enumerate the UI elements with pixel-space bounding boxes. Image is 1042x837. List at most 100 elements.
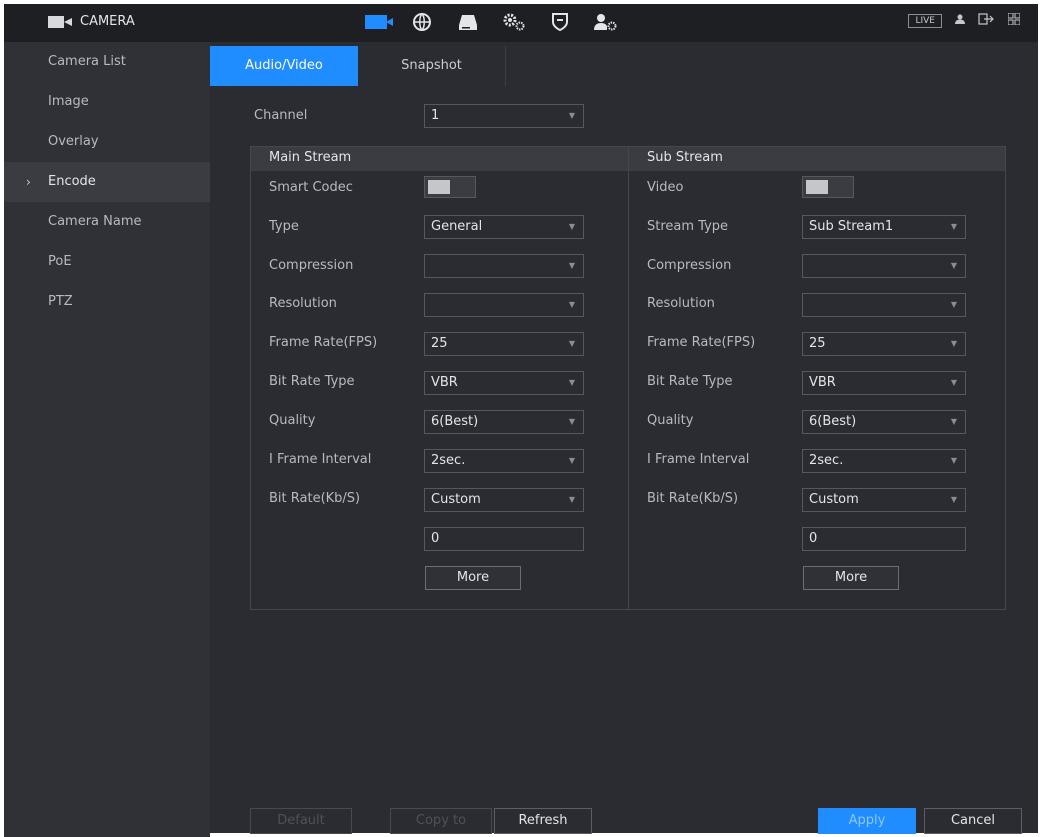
iframe-interval-label: I Frame Interval	[269, 452, 372, 467]
app-title: CAMERA	[48, 14, 135, 29]
sidebar-item-image[interactable]: Image	[4, 82, 210, 122]
menu-grid-icon[interactable]	[1007, 12, 1021, 28]
sub-quality-label: Quality	[647, 413, 694, 428]
refresh-button[interactable]: Refresh	[494, 808, 592, 834]
bit-rate-select[interactable]: Custom ▼	[424, 488, 584, 512]
sidebar-item-encode[interactable]: › Encode	[4, 162, 210, 202]
chevron-down-icon: ▼	[950, 495, 957, 504]
network-icon[interactable]	[410, 10, 434, 34]
chevron-right-icon: ›	[26, 175, 31, 189]
sub-iframe-interval-label: I Frame Interval	[647, 452, 750, 467]
copy-to-button[interactable]: Copy to	[390, 808, 492, 834]
live-button[interactable]: LIVE	[908, 13, 942, 28]
frame-rate-select[interactable]: 25 ▼	[424, 332, 584, 356]
sub-frame-rate-select[interactable]: 25 ▼	[802, 332, 966, 356]
sub-iframe-interval-select[interactable]: 2sec. ▼	[802, 449, 966, 473]
chevron-down-icon: ▼	[950, 378, 957, 387]
sub-compression-label: Compression	[647, 258, 732, 273]
chevron-down-icon: ▼	[568, 339, 575, 348]
chevron-down-icon: ▼	[568, 456, 575, 465]
chevron-down-icon: ▼	[950, 456, 957, 465]
sub-bit-rate-label: Bit Rate(Kb/S)	[647, 491, 739, 506]
type-select[interactable]: General ▼	[424, 215, 584, 239]
main-stream-title: Main Stream	[269, 150, 352, 165]
apply-button[interactable]: Apply	[818, 808, 916, 834]
quality-label: Quality	[269, 413, 316, 428]
chevron-down-icon: ▼	[568, 261, 575, 270]
storage-icon[interactable]	[456, 10, 480, 34]
camera-logo-icon	[48, 15, 72, 28]
smart-codec-label: Smart Codec	[269, 180, 353, 195]
resolution-label: Resolution	[269, 296, 337, 311]
bit-rate-type-label: Bit Rate Type	[269, 374, 355, 389]
sub-bit-rate-input[interactable]: 0	[802, 527, 966, 551]
video-label: Video	[647, 180, 684, 195]
chevron-down-icon: ▼	[568, 495, 575, 504]
camera-icon[interactable]	[364, 10, 393, 34]
security-icon[interactable]	[548, 10, 572, 34]
chevron-down-icon: ▼	[568, 378, 575, 387]
channel-select[interactable]: 1 ▼	[424, 104, 584, 128]
sub-more-button[interactable]: More	[803, 566, 899, 590]
stream-type-label: Stream Type	[647, 219, 729, 234]
system-settings-icon[interactable]	[502, 10, 526, 34]
panel-divider	[628, 147, 629, 609]
chevron-down-icon: ▼	[950, 339, 957, 348]
main-nav	[364, 10, 618, 34]
sub-resolution-label: Resolution	[647, 296, 715, 311]
chevron-down-icon: ▼	[568, 111, 575, 120]
sub-bit-rate-type-label: Bit Rate Type	[647, 374, 733, 389]
quality-select[interactable]: 6(Best) ▼	[424, 410, 584, 434]
sub-bit-rate-select[interactable]: Custom ▼	[802, 488, 966, 512]
smart-codec-toggle[interactable]	[424, 176, 476, 198]
logout-icon[interactable]	[978, 13, 996, 28]
sub-bit-rate-type-select[interactable]: VBR ▼	[802, 371, 966, 395]
iframe-interval-select[interactable]: 2sec. ▼	[424, 449, 584, 473]
page-title: CAMERA	[80, 14, 135, 29]
video-toggle[interactable]	[802, 176, 854, 198]
tab-snapshot[interactable]: Snapshot	[358, 46, 506, 86]
chevron-down-icon: ▼	[950, 417, 957, 426]
sidebar-item-camera-list[interactable]: Camera List	[4, 42, 210, 82]
sidebar-item-poe[interactable]: PoE	[4, 242, 210, 282]
chevron-down-icon: ▼	[568, 300, 575, 309]
sub-compression-select[interactable]: ▼	[802, 254, 966, 278]
resolution-select[interactable]: ▼	[424, 293, 584, 317]
sidebar-item-label: Camera Name	[48, 214, 142, 229]
sub-frame-rate-label: Frame Rate(FPS)	[647, 335, 756, 350]
chevron-down-icon: ▼	[568, 417, 575, 426]
account-icon[interactable]	[594, 10, 618, 34]
stream-type-select[interactable]: Sub Stream1 ▼	[802, 215, 966, 239]
tab-audio-video[interactable]: Audio/Video	[210, 46, 358, 86]
sidebar-item-label: Camera List	[48, 54, 126, 69]
compression-label: Compression	[269, 258, 354, 273]
sidebar-item-camera-name[interactable]: Camera Name	[4, 202, 210, 242]
encode-content: Channel 1 ▼ Main Stream Sub Stream Smart …	[210, 86, 1038, 797]
bit-rate-type-select[interactable]: VBR ▼	[424, 371, 584, 395]
cancel-button[interactable]: Cancel	[924, 808, 1022, 834]
bit-rate-input[interactable]: 0	[424, 527, 584, 551]
sub-quality-select[interactable]: 6(Best) ▼	[802, 410, 966, 434]
top-right-tools: LIVE	[908, 12, 1021, 28]
sidebar-item-ptz[interactable]: PTZ	[4, 282, 210, 322]
sidebar: Camera List Image Overlay › Encode Camera…	[4, 42, 210, 837]
tab-bar: Audio/Video Snapshot	[210, 46, 506, 86]
type-label: Type	[269, 219, 299, 234]
main-more-button[interactable]: More	[425, 566, 521, 590]
chevron-down-icon: ▼	[568, 222, 575, 231]
channel-label: Channel	[254, 108, 308, 123]
sidebar-item-label: Image	[48, 94, 89, 109]
sidebar-item-overlay[interactable]: Overlay	[4, 122, 210, 162]
frame-rate-label: Frame Rate(FPS)	[269, 335, 378, 350]
sub-resolution-select[interactable]: ▼	[802, 293, 966, 317]
top-bar: CAMERA LIVE	[4, 4, 1038, 42]
app-window: CAMERA LIVE Camera List Image Overlay › …	[0, 0, 1042, 837]
chevron-down-icon: ▼	[950, 222, 957, 231]
channel-value: 1	[431, 108, 440, 123]
chevron-down-icon: ▼	[950, 261, 957, 270]
user-icon[interactable]	[954, 13, 966, 28]
compression-select[interactable]: ▼	[424, 254, 584, 278]
default-button[interactable]: Default	[250, 808, 352, 834]
chevron-down-icon: ▼	[950, 300, 957, 309]
sidebar-item-label: Overlay	[48, 134, 99, 149]
